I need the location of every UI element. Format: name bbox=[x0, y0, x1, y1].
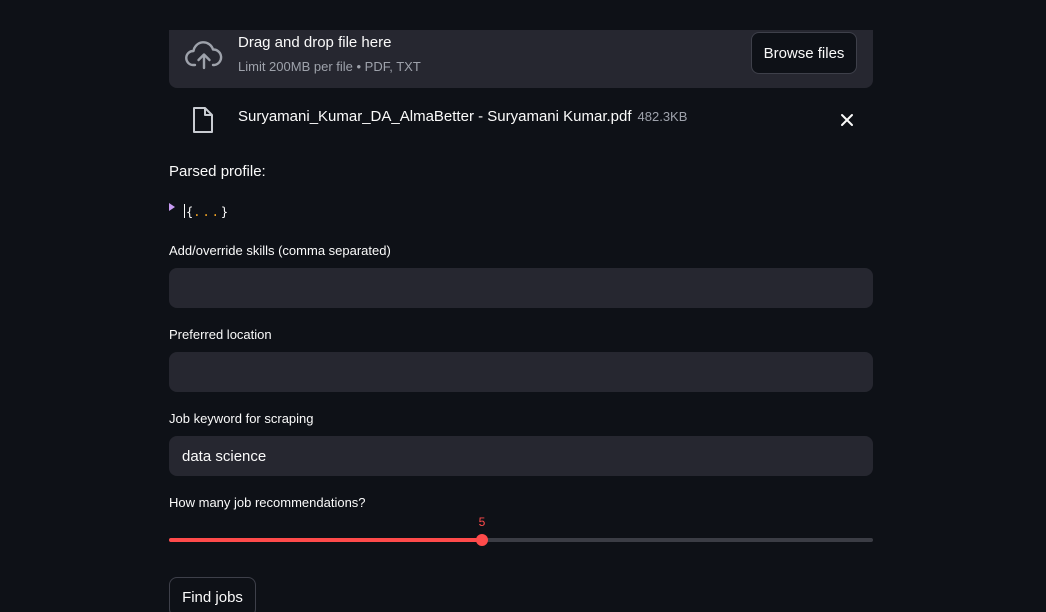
close-icon[interactable] bbox=[837, 110, 857, 130]
file-name-text: Suryamani_Kumar_DA_AlmaBetter - Suryaman… bbox=[238, 108, 632, 125]
recommendations-label: How many job recommendations? bbox=[169, 495, 366, 510]
slider-value: 5 bbox=[478, 515, 486, 529]
location-label: Preferred location bbox=[169, 327, 272, 342]
dropzone-limits: Limit 200MB per file • PDF, TXT bbox=[238, 59, 421, 74]
uploaded-file-name: Suryamani_Kumar_DA_AlmaBetter - Suryaman… bbox=[238, 108, 687, 125]
skills-label: Add/override skills (comma separated) bbox=[169, 243, 391, 258]
slider-thumb[interactable] bbox=[476, 534, 488, 546]
recommendations-slider[interactable] bbox=[169, 534, 873, 546]
expand-caret-icon[interactable] bbox=[169, 203, 175, 211]
dropzone-title: Drag and drop file here bbox=[238, 34, 392, 51]
keyword-label: Job keyword for scraping bbox=[169, 411, 314, 426]
file-dropzone[interactable]: Drag and drop file here Limit 200MB per … bbox=[169, 30, 873, 88]
keyword-input[interactable] bbox=[169, 436, 873, 476]
skills-input[interactable] bbox=[169, 268, 873, 308]
file-icon bbox=[193, 107, 213, 133]
json-collapsed-object[interactable]: {...} bbox=[184, 204, 228, 219]
slider-fill bbox=[169, 538, 482, 542]
cloud-upload-icon bbox=[185, 41, 223, 70]
json-close-brace: } bbox=[220, 205, 229, 219]
find-jobs-button[interactable]: Find jobs bbox=[169, 577, 256, 612]
text-cursor bbox=[184, 204, 185, 218]
location-input[interactable] bbox=[169, 352, 873, 392]
uploaded-file-row: Suryamani_Kumar_DA_AlmaBetter - Suryaman… bbox=[169, 100, 873, 140]
json-ellipsis: ... bbox=[193, 205, 221, 219]
file-size: 482.3KB bbox=[637, 109, 688, 124]
browse-files-button[interactable]: Browse files bbox=[751, 32, 857, 74]
parsed-profile-label: Parsed profile: bbox=[169, 163, 266, 180]
